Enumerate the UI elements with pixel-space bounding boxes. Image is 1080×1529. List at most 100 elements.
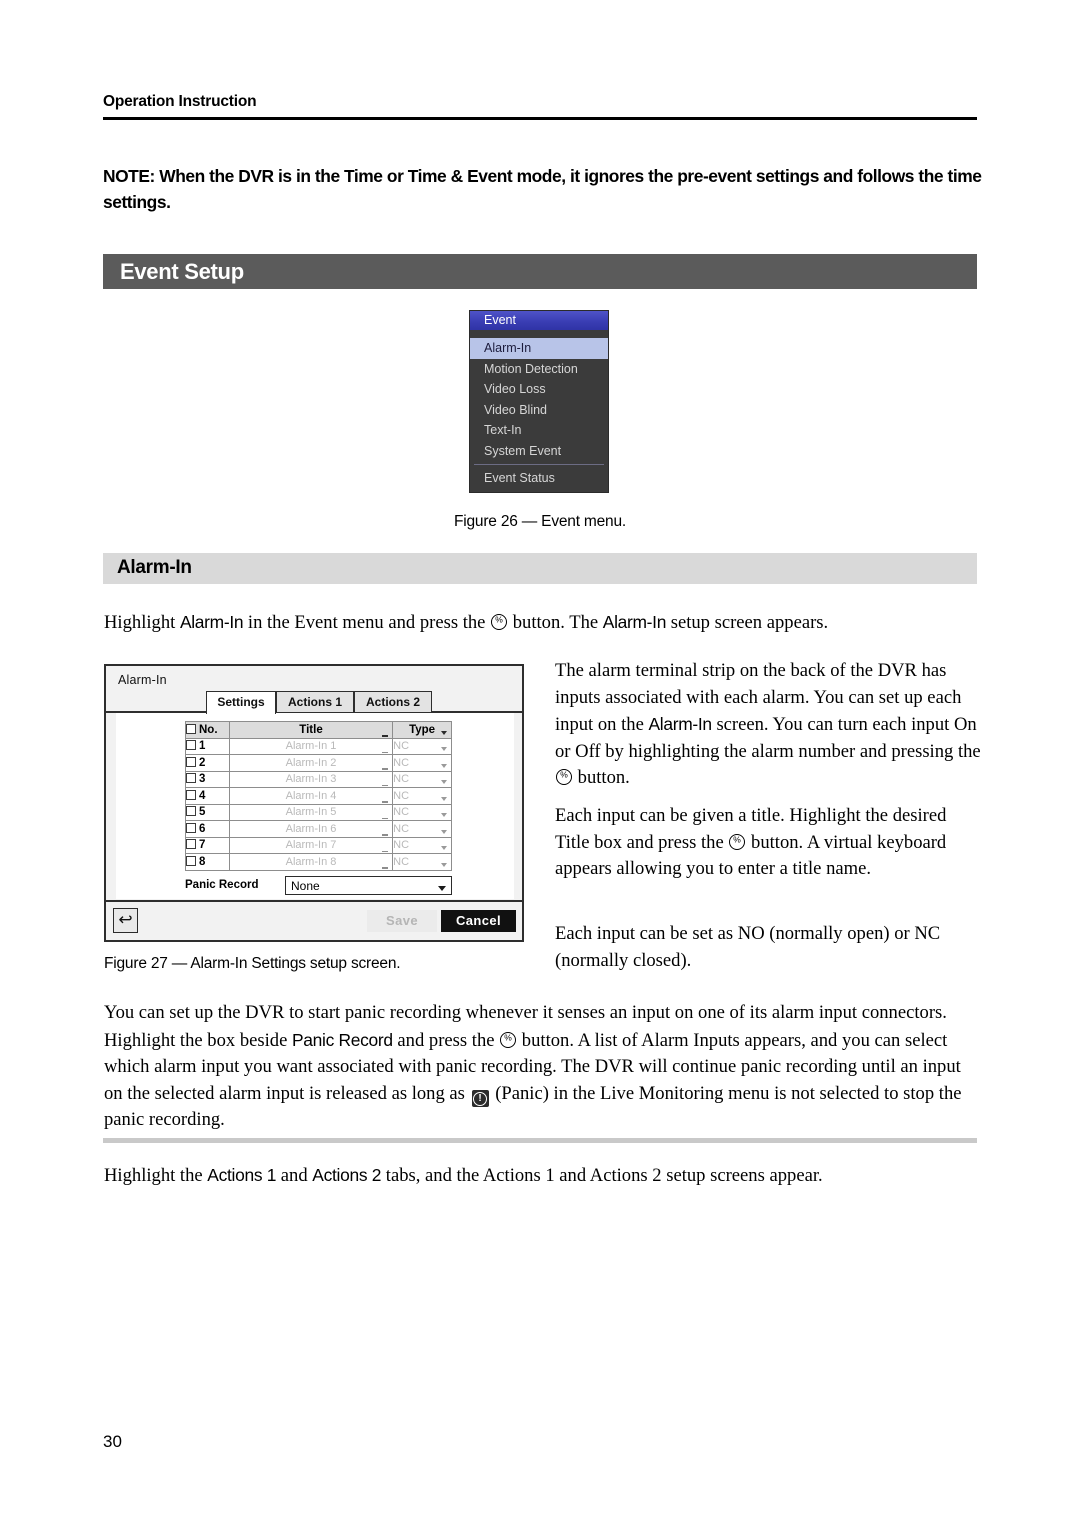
section-banner-event-setup: Event Setup (103, 254, 977, 289)
row-no-cell[interactable]: 3 (185, 770, 230, 788)
resize-handle-icon[interactable] (382, 734, 389, 737)
text-run: and press the (392, 1029, 500, 1051)
chevron-down-icon (441, 862, 447, 867)
back-arrow-icon[interactable]: ↩ (113, 908, 138, 933)
row-type-cell[interactable]: NC (392, 787, 452, 805)
paragraph-alarm-terminal: The alarm terminal strip on the back of … (555, 658, 985, 792)
figure-27-caption: Figure 27 — Alarm-In Settings setup scre… (104, 955, 401, 972)
table-row: 4 Alarm-In 4 NC (185, 787, 452, 805)
chevron-down-icon (441, 763, 447, 768)
row-checkbox[interactable] (186, 756, 196, 767)
edit-handle-icon (382, 867, 389, 869)
table-row: 2 Alarm-In 2 NC (185, 754, 452, 772)
row-checkbox[interactable] (186, 740, 196, 751)
cancel-button[interactable]: Cancel (441, 910, 516, 932)
row-title-cell[interactable]: Alarm-In 7 (228, 836, 394, 854)
chevron-down-icon (438, 886, 446, 891)
row-no-cell[interactable]: 8 (185, 853, 230, 871)
enter-button-icon: % (729, 833, 746, 850)
select-all-checkbox[interactable] (186, 723, 196, 734)
row-type-cell[interactable]: NC (392, 836, 452, 854)
panic-record-label: Panic Record (185, 879, 259, 891)
row-type-cell[interactable]: NC (392, 770, 452, 788)
note-paragraph: NOTE: When the DVR is in the Time or Tim… (103, 166, 982, 212)
row-checkbox[interactable] (186, 806, 196, 817)
edit-handle-icon (382, 850, 389, 852)
paragraph-panic-record: You can set up the DVR to start panic re… (104, 1000, 980, 1134)
row-type-cell[interactable]: NC (392, 853, 452, 871)
row-type-cell[interactable]: NC (392, 820, 452, 838)
row-no-cell[interactable]: 2 (185, 754, 230, 772)
row-checkbox[interactable] (186, 855, 196, 866)
term-actions-1: Actions 1 (207, 1165, 277, 1185)
row-checkbox[interactable] (186, 839, 196, 850)
row-type-cell[interactable]: NC (392, 737, 452, 755)
dialog-panel-settings: No. Title Type 1 Alarm-In 1 NC 2 Alarm-I… (116, 713, 514, 899)
save-button[interactable]: Save (367, 910, 437, 932)
table-row: 8 Alarm-In 8 NC (185, 853, 452, 871)
row-checkbox[interactable] (186, 822, 196, 833)
event-menu-item-motion-detection[interactable]: Motion Detection (470, 359, 608, 380)
row-title-cell[interactable]: Alarm-In 3 (228, 770, 394, 788)
text-run: button. (573, 767, 630, 788)
row-no-cell[interactable]: 4 (185, 787, 230, 805)
enter-button-icon: % (556, 769, 572, 785)
header-title: Title (228, 721, 394, 739)
table-header-row: No. Title Type (185, 721, 452, 739)
event-menu-item-video-blind[interactable]: Video Blind (470, 400, 608, 421)
row-title-cell[interactable]: Alarm-In 2 (228, 754, 394, 772)
chevron-down-icon (441, 780, 447, 784)
row-no-cell[interactable]: 6 (185, 820, 230, 838)
row-no-cell[interactable]: 7 (185, 836, 230, 854)
row-title-cell[interactable]: Alarm-In 6 (228, 820, 394, 838)
row-checkbox[interactable] (186, 773, 196, 784)
table-row: 3 Alarm-In 3 NC (185, 770, 452, 788)
table-row: 6 Alarm-In 6 NC (185, 820, 452, 838)
edit-handle-icon (382, 801, 389, 803)
row-title-cell[interactable]: Alarm-In 5 (228, 803, 394, 821)
chevron-down-icon[interactable] (441, 730, 447, 735)
row-title-cell[interactable]: Alarm-In 1 (228, 737, 394, 755)
event-menu-separator (474, 464, 604, 465)
event-menu-item-event-status[interactable]: Event Status (470, 468, 608, 489)
chevron-down-icon (441, 829, 447, 834)
dialog-tab-bar: Settings Actions 1 Actions 2 (106, 691, 522, 714)
row-type-cell[interactable]: NC (392, 754, 452, 772)
panic-record-row: Panic Record None (185, 876, 485, 896)
event-menu-item-system-event[interactable]: System Event (470, 441, 608, 462)
row-checkbox[interactable] (186, 789, 196, 800)
text-run: and (276, 1165, 313, 1186)
edit-handle-icon (382, 817, 389, 819)
dialog-title: Alarm-In (118, 673, 167, 687)
document-page: Operation Instruction NOTE: When the DVR… (0, 0, 1080, 1529)
edit-handle-icon (382, 751, 389, 753)
text-run: tabs, and the Actions 1 and Actions 2 se… (381, 1165, 823, 1186)
term-actions-2: Actions 2 (312, 1165, 382, 1185)
event-menu-item-text-in[interactable]: Text-In (470, 420, 608, 441)
paragraph-highlight-intro: Highlight Alarm-In in the Event menu and… (104, 609, 984, 637)
panic-record-select[interactable]: None (285, 876, 452, 895)
tab-actions-1[interactable]: Actions 1 (276, 691, 354, 712)
section-divider-rule (103, 1138, 977, 1143)
tab-actions-2[interactable]: Actions 2 (354, 691, 432, 712)
dialog-footer: ↩ Save Cancel (106, 900, 522, 940)
edit-handle-icon (382, 768, 389, 770)
row-no-cell[interactable]: 1 (185, 737, 230, 755)
tab-settings[interactable]: Settings (206, 691, 276, 714)
row-no-cell[interactable]: 5 (185, 803, 230, 821)
text-run: Highlight (104, 612, 180, 633)
alarm-input-table: No. Title Type 1 Alarm-In 1 NC 2 Alarm-I… (185, 721, 452, 871)
table-row: 5 Alarm-In 5 NC (185, 803, 452, 821)
event-menu-item-video-loss[interactable]: Video Loss (470, 379, 608, 400)
edit-handle-icon (382, 834, 389, 836)
row-title-cell[interactable]: Alarm-In 8 (228, 853, 394, 871)
event-menu-item-alarm-in[interactable]: Alarm-In (470, 338, 608, 359)
event-menu-screenshot: Event Alarm-In Motion Detection Video Lo… (469, 310, 609, 493)
term-alarm-in: Alarm-In (648, 714, 712, 734)
row-type-cell[interactable]: NC (392, 803, 452, 821)
header-no[interactable]: No. (185, 721, 230, 739)
row-title-cell[interactable]: Alarm-In 4 (228, 787, 394, 805)
enter-button-icon: % (500, 1031, 517, 1048)
text-run: setup screen appears. (666, 612, 829, 633)
text-run: button. The (508, 612, 603, 633)
